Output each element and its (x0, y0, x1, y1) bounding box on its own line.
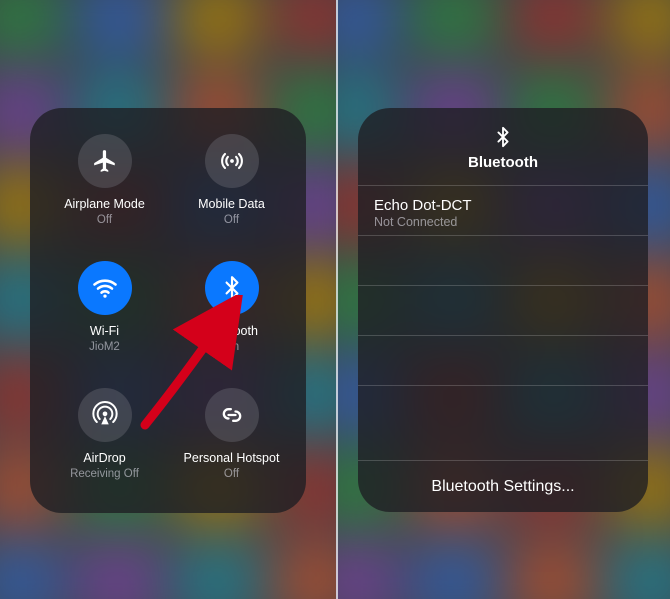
airdrop-icon (78, 388, 132, 442)
bluetooth-icon (205, 261, 259, 315)
screenshot-right: Bluetooth Echo Dot-DCT Not Connected Blu… (336, 0, 670, 599)
tile-status: Off (224, 468, 239, 480)
tile-status: Receiving Off (70, 468, 139, 480)
bluetooth-settings-label: Bluetooth Settings... (431, 478, 574, 496)
bluetooth-icon (492, 126, 514, 148)
bluetooth-device-row[interactable]: Echo Dot-DCT Not Connected (358, 185, 648, 235)
wifi-icon (78, 261, 132, 315)
mobile-data-toggle[interactable]: Mobile Data Off (171, 130, 292, 249)
tile-label: Mobile Data (198, 198, 265, 212)
hotspot-icon (205, 388, 259, 442)
list-item (358, 235, 648, 285)
tile-label: Personal Hotspot (184, 452, 280, 466)
connectivity-card: Airplane Mode Off Mobile Data Off Wi-Fi … (30, 108, 306, 513)
tile-label: Wi-Fi (90, 325, 119, 339)
bluetooth-toggle[interactable]: Bluetooth On (171, 257, 292, 376)
bluetooth-title: Bluetooth (468, 154, 538, 171)
device-status: Not Connected (374, 215, 632, 229)
antenna-icon (205, 134, 259, 188)
tile-label: Bluetooth (205, 325, 258, 339)
airplane-icon (78, 134, 132, 188)
device-name: Echo Dot-DCT (374, 198, 632, 215)
screenshot-pair: Airplane Mode Off Mobile Data Off Wi-Fi … (0, 0, 670, 599)
list-item (358, 285, 648, 335)
tile-status: On (224, 341, 239, 353)
screenshot-divider (336, 0, 338, 599)
airdrop-toggle[interactable]: AirDrop Receiving Off (44, 384, 165, 503)
bluetooth-detail-card: Bluetooth Echo Dot-DCT Not Connected Blu… (358, 108, 648, 512)
bluetooth-settings-button[interactable]: Bluetooth Settings... (358, 460, 648, 512)
screenshot-left: Airplane Mode Off Mobile Data Off Wi-Fi … (0, 0, 336, 599)
tile-status: Off (224, 214, 239, 226)
tile-label: Airplane Mode (64, 198, 145, 212)
list-item (358, 335, 648, 385)
bluetooth-header: Bluetooth (358, 108, 648, 185)
wifi-toggle[interactable]: Wi-Fi JioM2 (44, 257, 165, 376)
tile-status: Off (97, 214, 112, 226)
bluetooth-device-list: Echo Dot-DCT Not Connected (358, 185, 648, 460)
list-item (358, 385, 648, 435)
airplane-mode-toggle[interactable]: Airplane Mode Off (44, 130, 165, 249)
tile-label: AirDrop (83, 452, 125, 466)
personal-hotspot-toggle[interactable]: Personal Hotspot Off (171, 384, 292, 503)
tile-status: JioM2 (89, 341, 120, 353)
